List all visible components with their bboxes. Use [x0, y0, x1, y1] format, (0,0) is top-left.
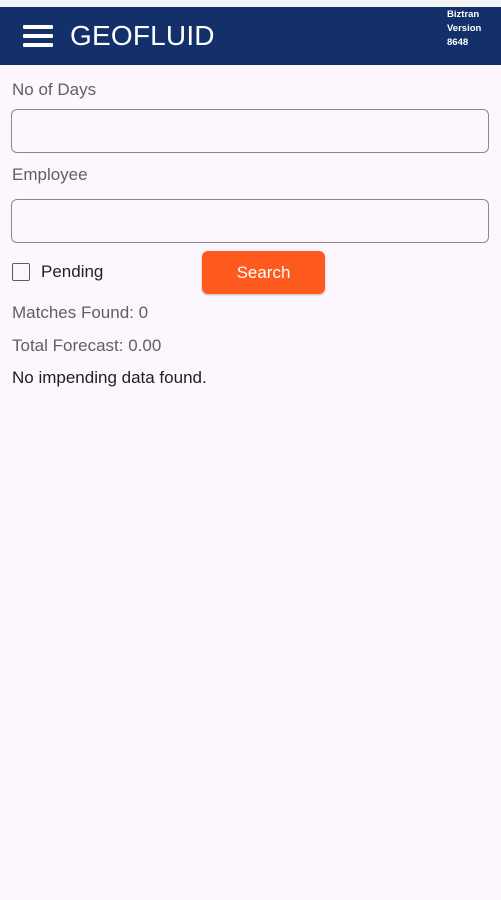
menu-line — [23, 34, 53, 38]
version-info: Biztran Version 8648 — [447, 8, 491, 50]
days-input[interactable] — [11, 109, 489, 153]
version-line: Version — [447, 23, 482, 34]
search-button[interactable]: Search — [202, 251, 325, 294]
hamburger-menu-icon[interactable] — [17, 21, 57, 51]
version-line: 8648 — [447, 37, 469, 48]
app-bar: GEOFLUID Biztran Version 8648 — [0, 7, 501, 65]
menu-line — [23, 25, 53, 29]
matches-found-text: Matches Found: 0 — [12, 303, 149, 322]
pending-label[interactable]: Pending — [41, 262, 103, 282]
status-bar — [0, 0, 501, 7]
pending-checkbox[interactable] — [12, 263, 30, 281]
employee-input[interactable] — [11, 199, 489, 243]
version-line: Biztran — [447, 9, 480, 20]
empty-state-message: No impending data found. — [12, 368, 207, 387]
menu-line — [23, 43, 53, 47]
days-label: No of Days — [12, 80, 97, 99]
employee-label: Employee — [12, 165, 88, 184]
app-title: GEOFLUID — [70, 20, 215, 51]
total-forecast-text: Total Forecast: 0.00 — [12, 336, 162, 355]
